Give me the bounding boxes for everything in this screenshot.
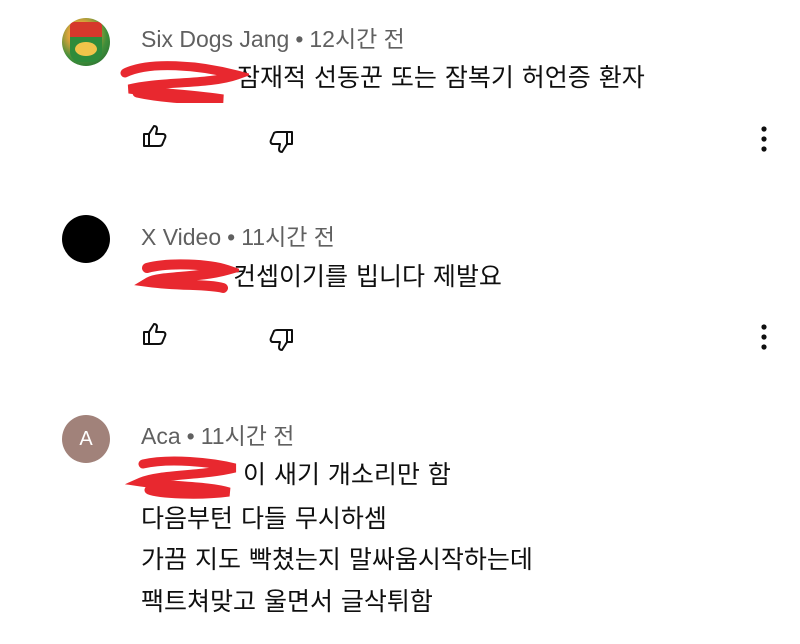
redacted-mention [124,456,243,499]
comment-text: 컨셉이기를 빕니다 제발요 [134,257,502,293]
comment-meta: Six Dogs Jang • 12시간 전 [141,20,405,54]
timestamp[interactable]: 11시간 전 [241,224,335,250]
more-vert-icon[interactable] [752,322,776,352]
redacted-mention [134,259,239,293]
timestamp[interactable]: 12시간 전 [309,26,404,52]
more-vert-icon[interactable] [752,124,776,154]
comment-text-line-2: 다음부턴 다들 무시하셈 [141,504,387,533]
comment-text-line-3: 가끔 지도 빡쳤는지 말싸움시작하는데 [141,545,533,574]
comment-text-line: 컨셉이기를 빕니다 제발요 [233,262,502,291]
author-name[interactable]: X Video [141,224,221,250]
separator: • [227,224,236,250]
comment-text-line: 이 새기 개소리만 함 [124,455,451,499]
comment-text-line: 잠재적 선동꾼 또는 잠복기 허언증 환자 [237,63,645,92]
separator: • [186,423,195,449]
comment-text-line-1: 이 새기 개소리만 함 [243,460,451,489]
avatar[interactable] [62,215,110,263]
separator: • [295,26,304,52]
redacted-mention [120,61,249,103]
avatar[interactable]: A [62,415,110,463]
comment-text-line-4: 팩트쳐맞고 울면서 글삭튀함 [141,587,433,616]
thumbs-down-icon[interactable] [267,326,295,354]
author-name[interactable]: Six Dogs Jang [141,26,289,52]
thumbs-down-icon[interactable] [267,128,295,156]
comment-text: 잠재적 선동꾼 또는 잠복기 허언증 환자 [120,58,645,103]
avatar[interactable] [62,18,110,66]
author-name[interactable]: Aca [141,423,181,449]
thumbs-up-icon[interactable] [141,122,169,150]
timestamp[interactable]: 11시간 전 [201,423,295,449]
thumbs-up-icon[interactable] [141,320,169,348]
comment-meta: Aca • 11시간 전 [141,417,294,451]
comment-meta: X Video • 11시간 전 [141,218,335,252]
